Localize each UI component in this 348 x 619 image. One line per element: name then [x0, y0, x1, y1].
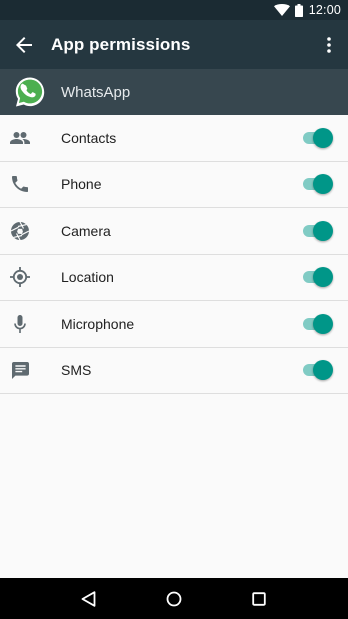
- camera-toggle[interactable]: [302, 220, 333, 241]
- permission-label: Location: [61, 269, 114, 286]
- wifi-icon: [273, 4, 290, 16]
- toggle-thumb: [313, 174, 333, 195]
- status-bar: 12:00: [0, 0, 348, 20]
- battery-icon: [294, 3, 303, 17]
- toggle-thumb: [313, 313, 333, 334]
- more-vert-icon: [327, 36, 331, 53]
- nav-recents-button[interactable]: [239, 578, 279, 619]
- permission-label: Microphone: [61, 315, 135, 332]
- permission-row-sms[interactable]: SMS: [0, 347, 348, 394]
- nav-home-button[interactable]: [154, 578, 194, 619]
- microphone-icon: [0, 301, 40, 347]
- status-time: 12:00: [308, 3, 341, 17]
- permission-row-phone[interactable]: Phone: [0, 161, 348, 208]
- permission-label: Contacts: [61, 129, 117, 146]
- more-options-button[interactable]: [310, 20, 348, 69]
- toggle-thumb: [313, 360, 333, 381]
- phone-toggle[interactable]: [302, 174, 333, 195]
- whatsapp-logo: [14, 76, 46, 108]
- people-icon: [0, 115, 40, 161]
- permission-label: SMS: [61, 362, 92, 379]
- home-circle-icon: [166, 591, 182, 606]
- toggle-thumb: [313, 267, 333, 288]
- phone-icon: [0, 161, 40, 207]
- app-name: WhatsApp: [61, 83, 131, 101]
- toggle-thumb: [313, 127, 333, 148]
- permission-label: Camera: [61, 222, 111, 239]
- microphone-toggle[interactable]: [302, 313, 333, 334]
- app-bar: App permissions: [0, 20, 348, 69]
- arrow-back-icon: [15, 36, 32, 53]
- contacts-toggle[interactable]: [302, 127, 333, 148]
- camera-icon: [0, 208, 40, 254]
- page-title: App permissions: [51, 34, 191, 54]
- back-button[interactable]: [0, 20, 47, 69]
- app-header: WhatsApp: [0, 69, 348, 115]
- permission-row-location[interactable]: Location: [0, 254, 348, 301]
- location-toggle[interactable]: [302, 267, 333, 288]
- toggle-thumb: [313, 220, 333, 241]
- recents-square-icon: [252, 591, 267, 606]
- permission-row-microphone[interactable]: Microphone: [0, 301, 348, 348]
- navigation-bar: [0, 578, 348, 619]
- permission-label: Phone: [61, 176, 102, 193]
- location-icon: [0, 254, 40, 300]
- sms-toggle[interactable]: [302, 360, 333, 381]
- permission-row-contacts[interactable]: Contacts: [0, 115, 348, 162]
- sms-icon: [0, 347, 40, 393]
- permission-row-camera[interactable]: Camera: [0, 208, 348, 255]
- permissions-list: Contacts Phone Camera Location Microphon…: [0, 115, 348, 394]
- back-triangle-icon: [81, 590, 96, 607]
- nav-back-button[interactable]: [69, 578, 109, 619]
